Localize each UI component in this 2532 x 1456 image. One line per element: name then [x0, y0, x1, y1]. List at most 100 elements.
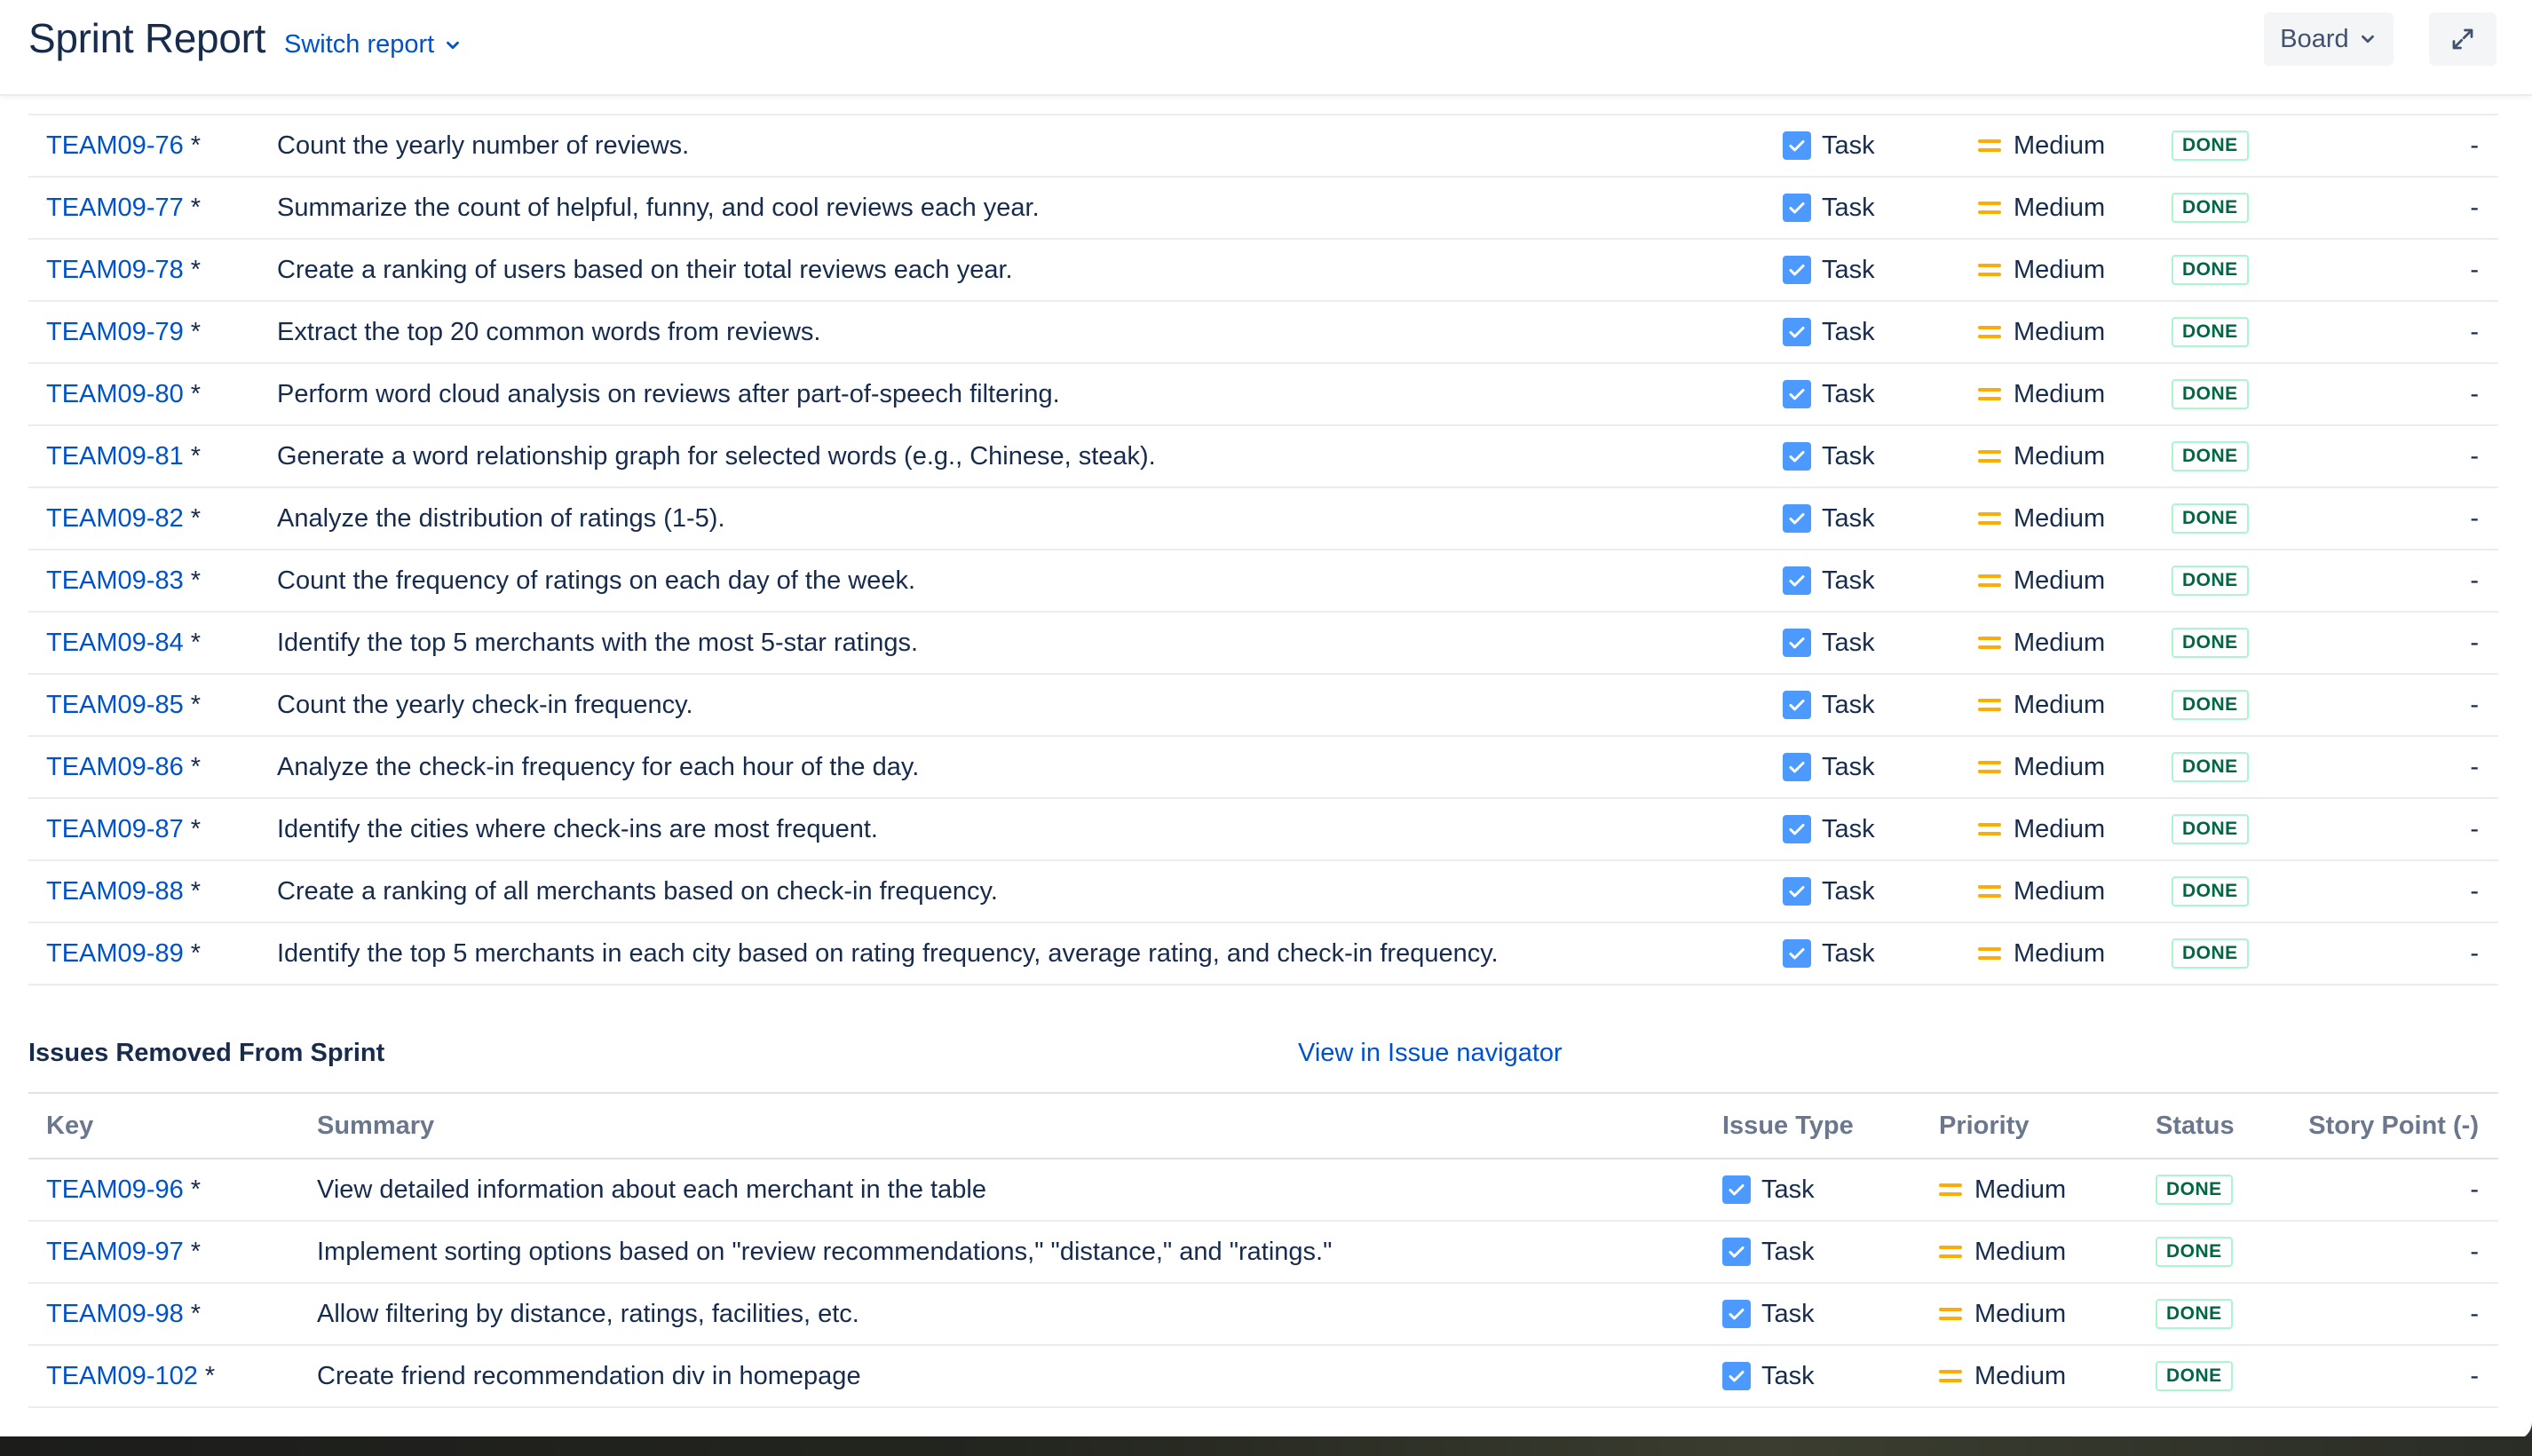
table-row[interactable]: TEAM09-80 * Perform word cloud analysis on… [28, 364, 2498, 426]
board-button[interactable]: Board [2264, 12, 2394, 66]
issue-key-link[interactable]: TEAM09-96 [46, 1175, 184, 1205]
column-header-key[interactable]: Key [46, 1094, 93, 1158]
issue-key-link[interactable]: TEAM09-78 [46, 256, 184, 285]
story-point-value: - [2470, 1237, 2479, 1266]
table-row[interactable]: TEAM09-89 * Identify the top 5 merchants i… [28, 923, 2498, 985]
column-header-summary[interactable]: Summary [317, 1094, 434, 1158]
table-row[interactable]: TEAM09-78 * Create a ranking of users base… [28, 240, 2498, 302]
issue-key-link[interactable]: TEAM09-84 [46, 629, 184, 658]
task-checkbox-icon [1722, 1362, 1751, 1390]
issue-type-label: Task [1822, 255, 1875, 284]
status-cell: DONE [2156, 1222, 2233, 1282]
issue-key-cell: TEAM09-89 * [46, 923, 201, 984]
priority-cell: Medium [1978, 675, 2105, 735]
issue-key-cell: TEAM09-96 * [46, 1159, 201, 1220]
table-row[interactable]: TEAM09-76 * Count the yearly number of rev… [28, 115, 2498, 178]
issue-key-link[interactable]: TEAM09-80 [46, 380, 184, 409]
table-row[interactable]: TEAM09-97 * Implement sorting options base… [28, 1222, 2498, 1284]
task-checkbox-icon [1783, 815, 1811, 843]
switch-report-button[interactable]: Switch report [284, 30, 463, 59]
issue-key-marker: * [190, 317, 202, 346]
task-checkbox-icon [1783, 194, 1811, 222]
story-point-value: - [2470, 1299, 2479, 1328]
table-row[interactable]: TEAM09-83 * Count the frequency of ratings… [28, 550, 2498, 613]
story-point-value: - [2470, 628, 2479, 657]
issue-key-link[interactable]: TEAM09-79 [46, 318, 184, 347]
issue-key-link[interactable]: TEAM09-85 [46, 691, 184, 720]
issue-key-link[interactable]: TEAM09-83 [46, 566, 184, 596]
status-badge: DONE [2172, 255, 2249, 285]
table-row[interactable]: TEAM09-82 * Analyze the distribution of ra… [28, 488, 2498, 550]
priority-cell: Medium [1978, 302, 2105, 362]
status-badge: DONE [2172, 441, 2249, 471]
table-row[interactable]: TEAM09-96 * View detailed information abou… [28, 1159, 2498, 1222]
task-checkbox-icon [1783, 939, 1811, 968]
priority-cell: Medium [1978, 550, 2105, 611]
issue-type-cell: Task [1783, 302, 1875, 362]
issue-type-label: Task [1822, 441, 1875, 471]
column-header-status[interactable]: Status [2156, 1094, 2235, 1158]
priority-label: Medium [1974, 1175, 2067, 1204]
table-row[interactable]: TEAM09-86 * Analyze the check-in frequency… [28, 737, 2498, 799]
issue-key-link[interactable]: TEAM09-98 [46, 1300, 184, 1329]
issue-key-marker: * [190, 193, 202, 222]
status-cell: DONE [2172, 302, 2249, 362]
status-cell: DONE [2156, 1159, 2233, 1220]
issue-key-link[interactable]: TEAM09-81 [46, 442, 184, 471]
issue-key-cell: TEAM09-79 * [46, 302, 201, 362]
column-header-issue-type[interactable]: Issue Type [1722, 1094, 1854, 1158]
issue-type-label: Task [1822, 876, 1875, 906]
table-row[interactable]: TEAM09-98 * Allow filtering by distance, r… [28, 1284, 2498, 1346]
task-checkbox-icon [1783, 753, 1811, 781]
issue-key-link[interactable]: TEAM09-82 [46, 504, 184, 534]
priority-medium-icon [1978, 634, 2001, 652]
issue-type-label: Task [1822, 938, 1875, 968]
table-row[interactable]: TEAM09-88 * Create a ranking of all mercha… [28, 861, 2498, 923]
issue-type-cell: Task [1783, 861, 1875, 922]
issue-key-link[interactable]: TEAM09-102 [46, 1362, 198, 1391]
table-row[interactable]: TEAM09-79 * Extract the top 20 common word… [28, 302, 2498, 364]
issue-key-link[interactable]: TEAM09-77 [46, 194, 184, 223]
view-in-issue-navigator-link[interactable]: View in Issue navigator [1298, 1039, 1563, 1068]
table-row[interactable]: TEAM09-81 * Generate a word relationship g… [28, 426, 2498, 488]
column-header-priority[interactable]: Priority [1939, 1094, 2030, 1158]
column-header-story-point[interactable]: Story Point (-) [2308, 1094, 2479, 1158]
priority-medium-icon [1939, 1367, 1962, 1385]
status-badge: DONE [2172, 503, 2249, 534]
issue-key-cell: TEAM09-80 * [46, 364, 201, 424]
table-row[interactable]: TEAM09-102 * Create friend recommendation … [28, 1346, 2498, 1408]
issue-summary: Analyze the distribution of ratings (1-5… [277, 503, 725, 533]
issue-key-link[interactable]: TEAM09-88 [46, 877, 184, 906]
issue-type-cell: Task [1722, 1222, 1815, 1282]
priority-label: Medium [2014, 628, 2106, 657]
issue-type-cell: Task [1783, 923, 1875, 984]
table-row[interactable]: TEAM09-85 * Count the yearly check-in freq… [28, 675, 2498, 737]
issue-key-link[interactable]: TEAM09-86 [46, 753, 184, 782]
expand-button[interactable] [2429, 12, 2496, 66]
issue-key-marker: * [190, 876, 202, 906]
priority-cell: Medium [1978, 364, 2105, 424]
issue-key-cell: TEAM09-88 * [46, 861, 201, 922]
issue-type-label: Task [1761, 1237, 1815, 1266]
issue-type-cell: Task [1783, 675, 1875, 735]
status-cell: DONE [2172, 550, 2249, 611]
issue-key-link[interactable]: TEAM09-87 [46, 815, 184, 844]
issue-key-link[interactable]: TEAM09-89 [46, 939, 184, 969]
issue-key-link[interactable]: TEAM09-76 [46, 131, 184, 161]
board-label: Board [2280, 24, 2349, 53]
issue-key-link[interactable]: TEAM09-97 [46, 1238, 184, 1267]
issue-key-marker: * [190, 441, 202, 471]
status-cell: DONE [2172, 675, 2249, 735]
task-checkbox-icon [1783, 131, 1811, 160]
issue-type-cell: Task [1722, 1346, 1815, 1406]
issue-summary: Generate a word relationship graph for s… [277, 441, 1156, 471]
issue-type-label: Task [1822, 503, 1875, 533]
table-row[interactable]: TEAM09-87 * Identify the cities where chec… [28, 799, 2498, 861]
issue-key-marker: * [190, 1237, 202, 1266]
table-row[interactable]: TEAM09-84 * Identify the top 5 merchants w… [28, 613, 2498, 675]
status-badge: DONE [2172, 628, 2249, 658]
issue-key-marker: * [190, 1175, 202, 1204]
issue-type-label: Task [1822, 628, 1875, 657]
status-cell: DONE [2172, 923, 2249, 984]
table-row[interactable]: TEAM09-77 * Summarize the count of helpful… [28, 178, 2498, 240]
